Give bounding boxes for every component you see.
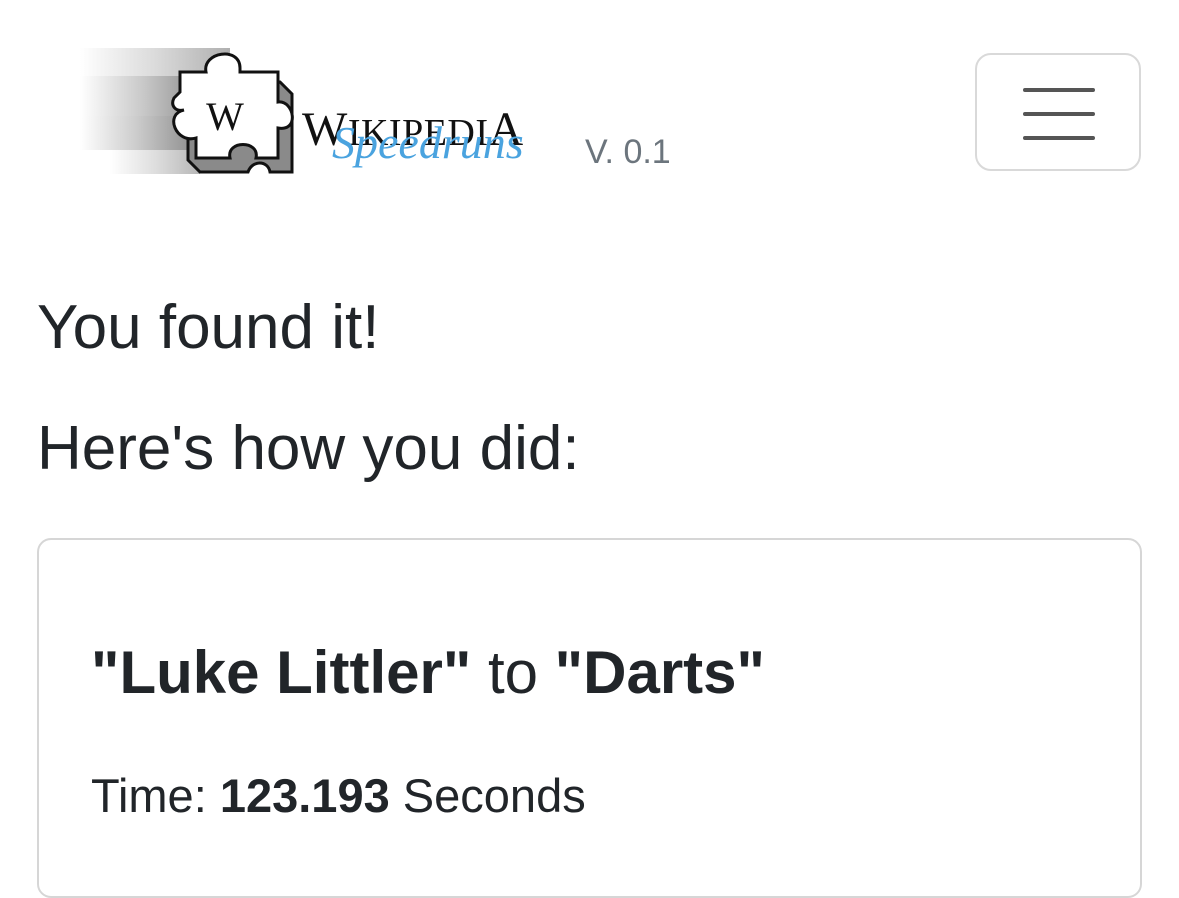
brand-link[interactable]: W WIKIPEDIA Speedruns V. 0.1 <box>80 40 700 190</box>
hamburger-menu-icon-bar-2 <box>1023 112 1095 116</box>
navbar: W WIKIPEDIA Speedruns V. 0.1 <box>0 0 1179 215</box>
found-heading: You found it! <box>37 293 380 362</box>
time-label: Time: <box>91 769 207 822</box>
route-title: "Luke Littler" to "Darts" <box>91 640 765 706</box>
route-connector: to <box>487 639 538 706</box>
time-unit: Seconds <box>402 769 586 822</box>
brand-subtitle: Speedruns <box>332 117 524 168</box>
logo-letter: W <box>206 94 244 139</box>
menu-toggle-button[interactable] <box>975 53 1141 171</box>
hamburger-menu-icon-bar-3 <box>1023 136 1095 140</box>
end-article: "Darts" <box>554 639 765 706</box>
time-stat: Time: 123.193 Seconds <box>91 768 586 824</box>
start-article: "Luke Littler" <box>91 639 472 706</box>
how-heading: Here's how you did: <box>37 414 580 483</box>
result-card: "Luke Littler" to "Darts" Time: 123.193 … <box>37 538 1142 898</box>
time-value: 123.193 <box>219 769 390 822</box>
version-label: V. 0.1 <box>585 133 671 171</box>
hamburger-menu-icon <box>1023 88 1095 92</box>
puzzle-globe-icon: W <box>80 48 294 174</box>
